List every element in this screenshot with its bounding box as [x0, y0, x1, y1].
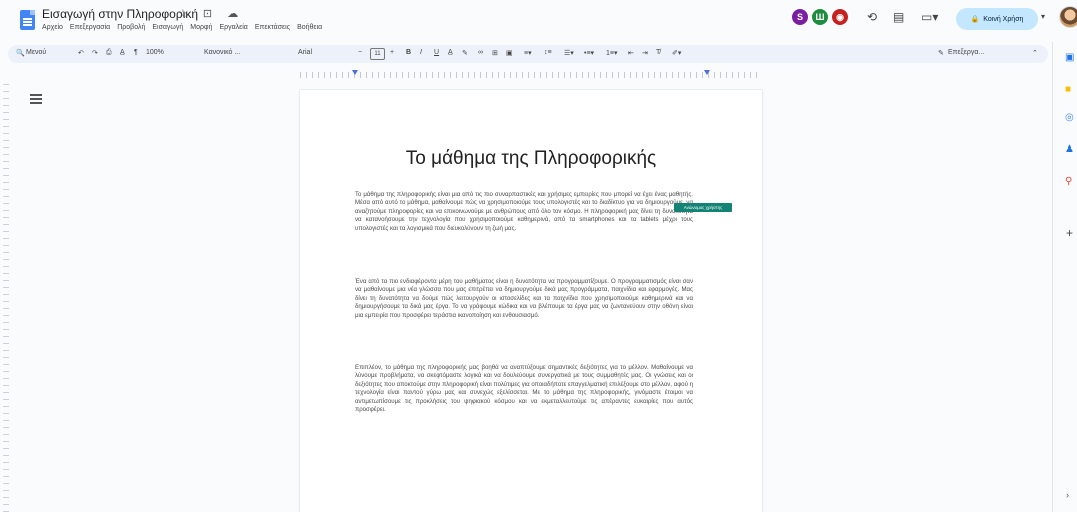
docs-logo-icon[interactable] — [20, 10, 35, 30]
paragraph[interactable]: Ένα από τα πιο ενδιαφέροντα μέρη του μαθ… — [355, 278, 693, 320]
menu-file[interactable]: Αρχείο — [42, 24, 63, 31]
decrease-indent-icon[interactable]: ⇤ — [628, 49, 634, 57]
bold-icon[interactable]: B — [406, 49, 411, 56]
paint-format-icon[interactable]: ¶ — [134, 49, 138, 56]
tasks-icon[interactable]: ◎ — [1065, 112, 1074, 123]
ruler-ticks — [300, 72, 762, 78]
decrease-font-icon[interactable]: − — [358, 49, 362, 56]
numbered-list-icon[interactable]: 1≡▾ — [606, 49, 618, 57]
menu-tools[interactable]: Εργαλεία — [219, 24, 247, 31]
menu-search-label[interactable]: Μενού — [26, 49, 46, 56]
zoom-select[interactable]: 100% — [146, 49, 164, 56]
collaborator-cursor-label: Ανώνυμος χρήστης — [674, 203, 732, 212]
line-spacing-icon[interactable]: ↕≡ — [544, 49, 552, 56]
add-icon[interactable]: + — [1066, 226, 1073, 240]
increase-font-icon[interactable]: + — [390, 49, 394, 56]
google-docs-window: Εισαγωγή στην Πληροφορική ☆ ⊡ ☁ Αρχείο Ε… — [0, 0, 1077, 512]
redo-icon[interactable]: ↷ — [92, 49, 98, 57]
document-outline-icon[interactable] — [30, 94, 42, 104]
collaborator-avatar[interactable]: Ш — [811, 8, 829, 26]
add-comment-icon[interactable]: ⊞ — [492, 49, 498, 57]
menu-bar: Αρχείο Επεξεργασία Προβολή Εισαγωγή Μορφ… — [42, 24, 322, 31]
undo-icon[interactable]: ↶ — [78, 49, 84, 57]
highlight-icon[interactable]: ✎ — [462, 49, 468, 57]
bulleted-list-icon[interactable]: •≡▾ — [584, 49, 594, 57]
collaborator-avatars: S Ш ◉ — [791, 8, 849, 26]
meet-icon[interactable]: ▭▾ — [921, 10, 938, 24]
italic-icon[interactable]: I — [420, 49, 422, 56]
header: Εισαγωγή στην Πληροφορική ☆ ⊡ ☁ Αρχείο Ε… — [0, 0, 1077, 42]
menu-extensions[interactable]: Επεκτάσεις — [255, 24, 290, 31]
avatar[interactable] — [1059, 6, 1077, 28]
document-title[interactable]: Εισαγωγή στην Πληροφορική — [42, 7, 198, 21]
share-button[interactable]: 🔒 Κοινή Χρήση — [956, 8, 1038, 30]
insert-image-icon[interactable]: ▣ — [506, 49, 513, 57]
share-button-label: Κοινή Χρήση — [983, 15, 1024, 23]
pen-icon[interactable]: ✐▾ — [672, 49, 681, 57]
maps-icon[interactable]: ⚲ — [1065, 176, 1072, 187]
menu-view[interactable]: Προβολή — [117, 24, 145, 31]
paragraph[interactable]: Το μάθημα της πληροφορικής είναι μια από… — [355, 191, 693, 233]
left-indent-marker[interactable] — [352, 70, 358, 75]
formatting-toolbar: 🔍 Μενού ↶ ↷ ⎙ A̲ ¶ 100% Κανονικό ... Ari… — [8, 45, 1048, 63]
menu-edit[interactable]: Επεξεργασία — [70, 24, 110, 31]
align-icon[interactable]: ≡▾ — [524, 49, 532, 57]
menu-help[interactable]: Βοήθεια — [297, 24, 322, 31]
vertical-ruler[interactable] — [3, 84, 9, 512]
horizontal-ruler[interactable] — [300, 68, 762, 80]
font-select[interactable]: Arial — [298, 49, 312, 56]
title-actions[interactable]: ☆ ⊡ ☁ — [178, 7, 244, 20]
contacts-icon[interactable]: ♟ — [1065, 144, 1074, 155]
comment-icon[interactable]: ▤ — [893, 10, 904, 24]
checklist-icon[interactable]: ☰▾ — [564, 49, 574, 57]
search-icon[interactable]: 🔍 — [16, 49, 25, 57]
chevron-down-icon[interactable]: ▾ — [1041, 12, 1045, 21]
text-color-icon[interactable]: A̲ — [448, 49, 453, 56]
chevron-up-icon[interactable]: ⌃ — [1032, 49, 1038, 57]
right-indent-marker[interactable] — [704, 70, 710, 75]
menu-insert[interactable]: Εισαγωγή — [152, 24, 183, 31]
chevron-right-icon[interactable]: › — [1066, 490, 1069, 500]
print-icon[interactable]: ⎙ — [106, 49, 112, 57]
paragraph[interactable]: Επιπλέον, το μάθημα της πληροφορικής μας… — [355, 364, 693, 414]
calendar-icon[interactable]: ▣ — [1065, 52, 1074, 63]
collaborator-avatar[interactable]: ◉ — [831, 8, 849, 26]
underline-icon[interactable]: U — [434, 49, 439, 56]
lock-icon: 🔒 — [970, 16, 980, 23]
menu-format[interactable]: Μορφή — [190, 24, 212, 31]
increase-indent-icon[interactable]: ⇥ — [642, 49, 648, 57]
font-size-input[interactable]: 11 — [370, 48, 385, 60]
history-icon[interactable]: ⟲ — [867, 10, 877, 24]
editing-mode-select[interactable]: Επεξεργα... — [948, 49, 984, 56]
spellcheck-icon[interactable]: A̲ — [120, 49, 125, 56]
clear-formatting-icon[interactable]: T̸ — [656, 49, 660, 56]
collaborator-avatar[interactable]: S — [791, 8, 809, 26]
editing-mode-icon[interactable]: ✎ — [938, 49, 944, 57]
document-heading[interactable]: Το μάθημα της Πληροφορικής — [300, 148, 762, 170]
keep-icon[interactable]: ■ — [1065, 84, 1071, 95]
link-icon[interactable]: ∞ — [478, 49, 483, 56]
style-select[interactable]: Κανονικό ... — [204, 49, 240, 56]
document-page[interactable]: Το μάθημα της Πληροφορικής Το μάθημα της… — [300, 90, 762, 512]
